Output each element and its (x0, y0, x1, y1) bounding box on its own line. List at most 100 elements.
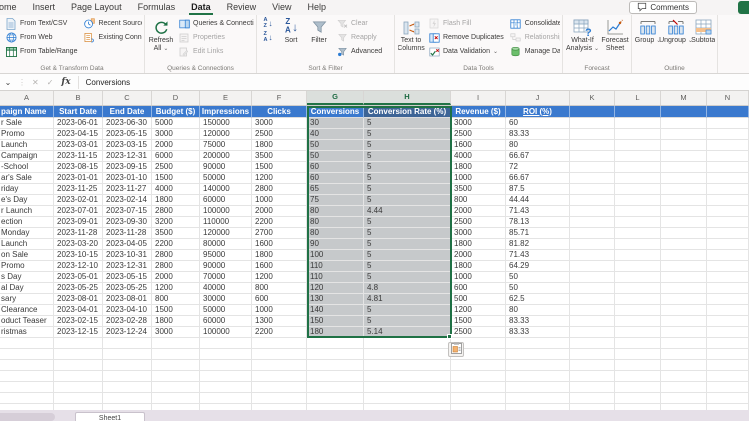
cell[interactable]: 100000 (200, 327, 252, 338)
cell[interactable] (661, 162, 707, 173)
cell[interactable] (252, 338, 307, 349)
header-cell[interactable]: Budget ($) (152, 106, 200, 118)
cell[interactable]: 2023-09-01 (54, 217, 103, 228)
cell[interactable] (0, 393, 54, 404)
cell[interactable]: 64.29 (506, 261, 570, 272)
cell[interactable]: 2700 (252, 228, 307, 239)
cell[interactable] (570, 393, 615, 404)
cell[interactable]: 5 (364, 316, 451, 327)
cell[interactable]: 83.33 (506, 327, 570, 338)
column-header-a[interactable]: A (0, 91, 54, 105)
cell[interactable] (54, 338, 103, 349)
cell[interactable] (615, 305, 661, 316)
cell[interactable]: 2023-09-30 (103, 217, 152, 228)
cell[interactable]: 800 (152, 294, 200, 305)
cell[interactable]: 150 (307, 316, 364, 327)
cell[interactable]: r Sale (0, 118, 54, 129)
cell[interactable] (615, 272, 661, 283)
cell[interactable] (707, 294, 749, 305)
cell[interactable]: 1200 (152, 283, 200, 294)
cell[interactable] (103, 349, 152, 360)
cell[interactable]: 1800 (152, 195, 200, 206)
cell[interactable]: 150000 (200, 118, 252, 129)
tab-scroll-pill[interactable] (0, 413, 55, 421)
cell[interactable]: 2000 (451, 250, 506, 261)
cell[interactable]: 2500 (252, 129, 307, 140)
cell[interactable] (103, 393, 152, 404)
cell[interactable]: 5 (364, 217, 451, 228)
cell[interactable]: r Launch (0, 206, 54, 217)
column-header-d[interactable]: D (152, 91, 200, 105)
cell[interactable]: 1000 (252, 305, 307, 316)
recent-sources-button[interactable]: Recent Sources (81, 17, 142, 30)
cell[interactable]: 90000 (200, 162, 252, 173)
header-cell[interactable] (661, 106, 707, 118)
cell[interactable] (615, 129, 661, 140)
cell[interactable] (200, 393, 252, 404)
cell[interactable]: 2200 (252, 217, 307, 228)
cell[interactable]: 2000 (152, 272, 200, 283)
cell[interactable]: 2023-04-10 (103, 305, 152, 316)
cell[interactable] (615, 118, 661, 129)
cell[interactable]: 1500 (252, 162, 307, 173)
cell[interactable] (570, 250, 615, 261)
cell[interactable]: 2023-02-15 (54, 316, 103, 327)
cell[interactable] (661, 294, 707, 305)
ribbon-tab-data[interactable]: Data (183, 0, 219, 15)
cell[interactable]: 120000 (200, 228, 252, 239)
cell[interactable] (661, 327, 707, 338)
cell[interactable]: 1000 (252, 195, 307, 206)
advanced-button[interactable]: Advanced (334, 45, 384, 58)
cell[interactable]: 2023-11-25 (54, 184, 103, 195)
cell[interactable]: 2800 (152, 206, 200, 217)
header-cell[interactable]: paign Name (0, 106, 54, 118)
cell[interactable] (707, 261, 749, 272)
filter-button[interactable]: Filter (306, 17, 332, 46)
cell[interactable] (661, 261, 707, 272)
cell[interactable] (307, 338, 364, 349)
cell[interactable]: 80 (307, 228, 364, 239)
cell[interactable] (570, 173, 615, 184)
cell[interactable]: 5.14 (364, 327, 451, 338)
cell[interactable] (661, 217, 707, 228)
cell[interactable] (570, 118, 615, 129)
cell[interactable] (54, 349, 103, 360)
cell[interactable] (103, 371, 152, 382)
cell[interactable] (661, 173, 707, 184)
cell[interactable] (661, 283, 707, 294)
cell[interactable] (615, 382, 661, 393)
text-to-columns-button[interactable]: Text to Columns (398, 17, 425, 55)
cell[interactable]: 120000 (200, 129, 252, 140)
cell[interactable]: 75000 (200, 140, 252, 151)
column-header-f[interactable]: F (252, 91, 307, 105)
cell[interactable] (570, 305, 615, 316)
cell[interactable] (707, 151, 749, 162)
cell[interactable]: 30 (307, 118, 364, 129)
cell[interactable]: 65 (307, 184, 364, 195)
cell[interactable] (661, 360, 707, 371)
cell[interactable]: 4.44 (364, 206, 451, 217)
queries-connections-button[interactable]: Queries & Connections (176, 17, 254, 30)
header-cell[interactable] (707, 106, 749, 118)
cell[interactable]: 2023-11-28 (103, 228, 152, 239)
cell[interactable] (570, 371, 615, 382)
cell[interactable]: 75 (307, 195, 364, 206)
column-header-c[interactable]: C (103, 91, 152, 105)
cell[interactable] (506, 360, 570, 371)
cell[interactable] (0, 371, 54, 382)
cell[interactable] (615, 239, 661, 250)
cell[interactable] (707, 371, 749, 382)
cell[interactable]: 2023-10-31 (103, 250, 152, 261)
cell[interactable] (707, 239, 749, 250)
cell[interactable] (54, 393, 103, 404)
cell[interactable]: 3000 (152, 129, 200, 140)
cell[interactable] (661, 195, 707, 206)
cell[interactable]: 5 (364, 140, 451, 151)
cell[interactable]: 3000 (152, 327, 200, 338)
cell[interactable] (570, 129, 615, 140)
cell[interactable]: 1000 (451, 272, 506, 283)
cell[interactable] (307, 382, 364, 393)
cell[interactable]: 5 (364, 118, 451, 129)
header-cell[interactable]: Clicks (252, 106, 307, 118)
cell[interactable]: 50 (506, 272, 570, 283)
